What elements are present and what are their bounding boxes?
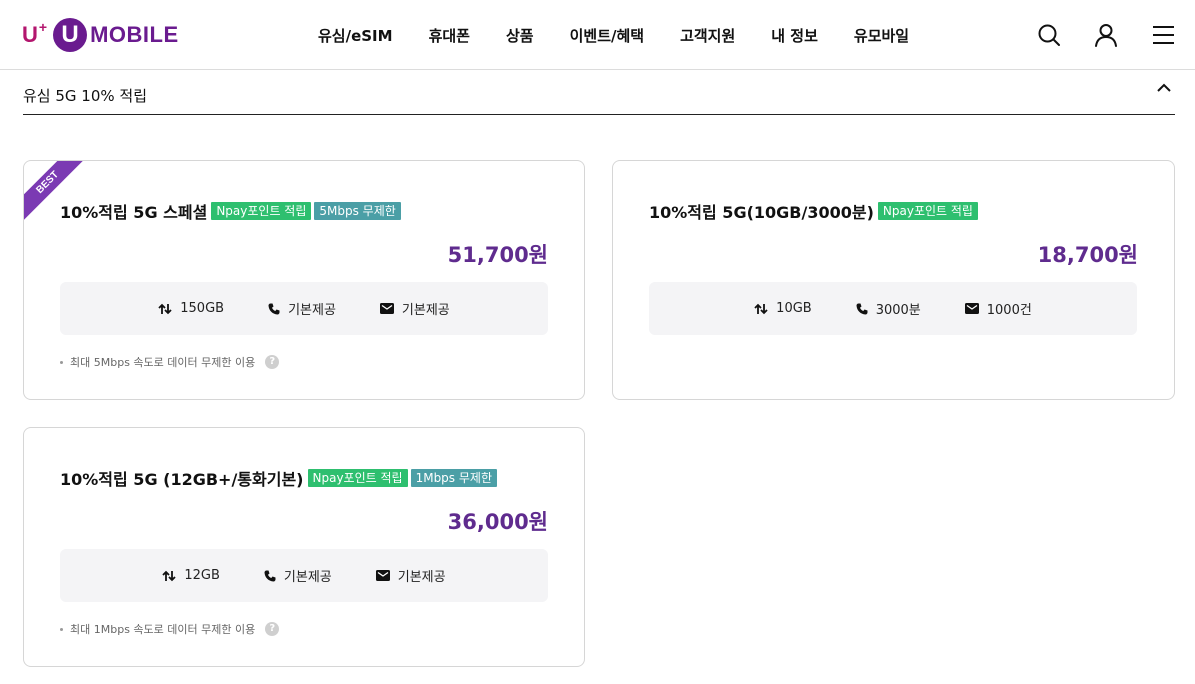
site-header: U + U MOBILE 유심/eSIM 휴대폰 상품 이벤트/혜택 고객지원 …: [0, 0, 1195, 70]
plan-card[interactable]: 10%적립 5G(10GB/3000분) Npay포인트 적립 18,700원 …: [612, 160, 1175, 400]
plan-name: 10%적립 5G (12GB+/통화기본): [60, 470, 304, 489]
spec-data-value: 150GB: [180, 301, 225, 316]
plan-price: 36,000원: [447, 510, 548, 534]
spec-data: 10GB: [754, 301, 812, 316]
nav-item-my-info[interactable]: 내 정보: [771, 25, 818, 46]
bullet-dot: [60, 360, 63, 364]
npay-tag: Npay포인트 적립: [307, 469, 408, 487]
plan-title-row: 10%적립 5G(10GB/3000분) Npay포인트 적립: [649, 199, 981, 223]
plan-price: 51,700원: [447, 243, 548, 267]
spec-voice-value: 기본제공: [283, 570, 332, 585]
data-arrows-icon: [754, 303, 768, 314]
plan-note: 최대 1Mbps 속도로 데이터 무제한 이용 ?: [60, 621, 280, 637]
logo-u: U: [22, 22, 38, 47]
spec-sms: 1000건: [964, 299, 1032, 318]
spec-data-value: 12GB: [184, 568, 220, 583]
nav-item-events[interactable]: 이벤트/혜택: [570, 25, 644, 46]
bullet-dot: [60, 627, 63, 631]
phone-icon: [268, 303, 280, 314]
nav-item-usim[interactable]: 유심/eSIM: [318, 25, 393, 46]
spec-data-value: 10GB: [776, 301, 812, 316]
phone-icon: [264, 570, 276, 581]
user-icon[interactable]: [1093, 22, 1119, 48]
spec-voice: 기본제공: [264, 566, 332, 585]
logo-plus: +: [38, 19, 48, 35]
menu-icon[interactable]: [1150, 22, 1176, 48]
spec-data: 150GB: [158, 301, 224, 316]
spec-data: 12GB: [162, 568, 220, 583]
section-title: 유심 5G 10% 적립: [23, 87, 148, 105]
nav-item-umobile[interactable]: 유모바일: [854, 25, 909, 46]
plan-card[interactable]: 10%적립 5G (12GB+/통화기본) Npay포인트 적립 1Mbps 무…: [23, 427, 585, 667]
spec-sms: 기본제공: [379, 299, 450, 318]
spec-voice: 3000분: [856, 299, 921, 318]
plan-note-text: 최대 1Mbps 속도로 데이터 무제한 이용: [70, 623, 256, 636]
search-icon[interactable]: [1036, 22, 1062, 48]
mail-icon: [964, 303, 979, 314]
mail-icon: [379, 303, 394, 314]
npay-tag: Npay포인트 적립: [211, 202, 312, 220]
spec-box: 150GB 기본제공 기본제공: [60, 282, 548, 335]
plan-name: 10%적립 5G(10GB/3000분): [649, 203, 874, 222]
plan-title-row: 10%적립 5G 스페셜 Npay포인트 적립 5Mbps 무제한: [60, 199, 404, 223]
spec-box: 12GB 기본제공 기본제공: [60, 549, 548, 602]
section-header[interactable]: 유심 5G 10% 적립: [23, 71, 1175, 115]
logo-word: MOBILE: [90, 22, 179, 47]
spec-voice-value: 3000분: [875, 303, 921, 318]
plan-card[interactable]: BEST 10%적립 5G 스페셜 Npay포인트 적립 5Mbps 무제한 5…: [23, 160, 585, 400]
logo-u-circle: U: [53, 18, 88, 52]
chevron-up-icon[interactable]: [1155, 79, 1173, 97]
spec-sms-value: 기본제공: [401, 303, 450, 318]
main-nav: 유심/eSIM 휴대폰 상품 이벤트/혜택 고객지원 내 정보 유모바일: [300, 0, 927, 70]
plan-note-text: 최대 5Mbps 속도로 데이터 무제한 이용: [70, 356, 256, 369]
speed-tag: 1Mbps 무제한: [410, 469, 497, 487]
data-arrows-icon: [162, 570, 177, 581]
plan-price: 18,700원: [1037, 243, 1138, 267]
brand-logo[interactable]: U + U MOBILE: [22, 16, 179, 54]
speed-tag: 5Mbps 무제한: [314, 202, 401, 220]
plan-title-row: 10%적립 5G (12GB+/통화기본) Npay포인트 적립 1Mbps 무…: [60, 466, 500, 490]
plan-note: 최대 5Mbps 속도로 데이터 무제한 이용 ?: [60, 354, 280, 370]
nav-item-phone[interactable]: 휴대폰: [429, 25, 470, 46]
spec-sms: 기본제공: [375, 566, 446, 585]
spec-sms-value: 1000건: [986, 303, 1032, 318]
help-icon[interactable]: ?: [265, 355, 280, 369]
phone-icon: [856, 303, 868, 314]
nav-item-products[interactable]: 상품: [506, 25, 534, 46]
mail-icon: [375, 570, 390, 581]
spec-voice-value: 기본제공: [288, 303, 336, 318]
nav-item-support[interactable]: 고객지원: [680, 25, 735, 46]
spec-box: 10GB 3000분 1000건: [649, 282, 1137, 335]
spec-sms-value: 기본제공: [397, 570, 446, 585]
npay-tag: Npay포인트 적립: [877, 202, 978, 220]
plan-name: 10%적립 5G 스페셜: [60, 203, 208, 222]
data-arrows-icon: [158, 303, 172, 314]
spec-voice: 기본제공: [268, 299, 336, 318]
help-icon[interactable]: ?: [265, 622, 280, 636]
